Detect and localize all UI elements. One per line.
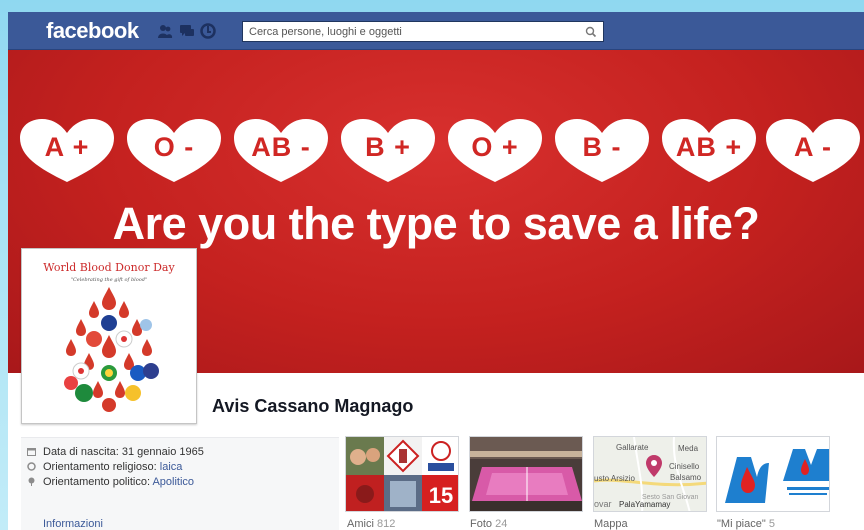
- political-label: Orientamento politico:: [43, 476, 150, 488]
- pin-icon: [27, 477, 36, 486]
- likes-count: 5: [768, 518, 775, 530]
- heart-blood-type: O +: [446, 118, 544, 184]
- blood-type-label: B +: [365, 132, 411, 162]
- friends-count: 812: [376, 518, 396, 530]
- friend-requests-icon[interactable]: [157, 23, 173, 39]
- blood-type-label: AB +: [675, 132, 743, 162]
- birth-date-row: Data di nascita: 31 gennaio 1965: [27, 446, 204, 460]
- blood-type-label: A -: [794, 132, 832, 162]
- map-place-meda: Meda: [678, 444, 699, 453]
- map-tile[interactable]: Gallarate Meda Cinisello Balsamo usto Ar…: [593, 436, 707, 512]
- map-place-gallarate: Gallarate: [616, 443, 649, 452]
- info-link[interactable]: Informazioni: [43, 518, 103, 530]
- heart-blood-type: A -: [764, 118, 862, 184]
- friends-tile[interactable]: 15: [345, 436, 459, 512]
- search-icon[interactable]: [583, 24, 599, 40]
- profile-picture[interactable]: World Blood Donor Day "Celebrating the g…: [21, 248, 197, 424]
- political-link[interactable]: Apolitico: [152, 476, 194, 488]
- heart-blood-type: O -: [125, 118, 223, 184]
- heart-blood-type: B -: [553, 118, 651, 184]
- friends-tile-label[interactable]: Amici 812: [347, 518, 395, 530]
- religion-label: Orientamento religioso:: [43, 461, 157, 473]
- map-place-novara: ovar: [594, 499, 612, 509]
- likes-image: [717, 437, 829, 511]
- map-image: Gallarate Meda Cinisello Balsamo usto Ar…: [594, 437, 706, 511]
- profile-picture-image: World Blood Donor Day "Celebrating the g…: [26, 253, 192, 419]
- calendar-icon: [27, 447, 36, 456]
- facebook-logo[interactable]: facebook: [46, 18, 139, 44]
- friends-label: Amici: [347, 518, 374, 530]
- svg-text:15: 15: [429, 483, 453, 508]
- religion-icon: [27, 462, 36, 471]
- top-navigation-bar: facebook: [8, 12, 864, 50]
- map-tile-label[interactable]: Mappa: [594, 518, 628, 530]
- search-input[interactable]: [243, 22, 573, 42]
- notifications-icon[interactable]: [200, 23, 216, 39]
- birth-date-text: Data di nascita: 31 gennaio 1965: [43, 446, 204, 458]
- blood-drops-flags-image: [64, 287, 159, 412]
- political-row: Orientamento politico: Apolitico: [27, 476, 194, 490]
- map-place-cinisello: Cinisello: [669, 462, 700, 471]
- page-title[interactable]: Avis Cassano Magnago: [212, 396, 413, 417]
- likes-tile[interactable]: [716, 436, 830, 512]
- heart-blood-type: AB +: [660, 118, 758, 184]
- photos-tile-label[interactable]: Foto 24: [470, 518, 507, 530]
- photos-image: [470, 437, 582, 511]
- heart-blood-type: B +: [339, 118, 437, 184]
- search-box[interactable]: [242, 21, 604, 42]
- cover-slogan: Are you the type to save a life?: [112, 198, 760, 249]
- likes-label: "Mi piace": [717, 518, 766, 530]
- photos-tile[interactable]: [469, 436, 583, 512]
- blood-type-label: AB -: [251, 132, 311, 162]
- blood-type-hearts: A + O - AB - B + O + B - AB + A -: [8, 118, 864, 184]
- map-place-sesto: Sesto San Giovan: [642, 494, 699, 501]
- map-place-palayamamay: PalaYamamay: [619, 500, 670, 509]
- messages-icon[interactable]: [179, 23, 195, 39]
- blood-type-label: O -: [153, 132, 195, 162]
- about-section: Data di nascita: 31 gennaio 1965 Orienta…: [21, 437, 339, 530]
- heart-blood-type: AB -: [232, 118, 330, 184]
- likes-tile-label[interactable]: "Mi piace" 5: [717, 518, 775, 530]
- map-label: Mappa: [594, 518, 628, 530]
- blood-type-label: B -: [582, 132, 622, 162]
- religion-row: Orientamento religioso: laica: [27, 461, 182, 475]
- heart-blood-type: A +: [18, 118, 116, 184]
- photos-count: 24: [495, 518, 508, 530]
- blood-type-label: O +: [471, 132, 519, 162]
- map-place-balsamo: Balsamo: [670, 473, 702, 482]
- photos-label: Foto: [470, 518, 493, 530]
- friends-collage-image: 15: [346, 437, 458, 511]
- map-place-busto: usto Arsizio: [594, 474, 635, 483]
- religion-link[interactable]: laica: [160, 461, 183, 473]
- blood-type-label: A +: [44, 132, 90, 162]
